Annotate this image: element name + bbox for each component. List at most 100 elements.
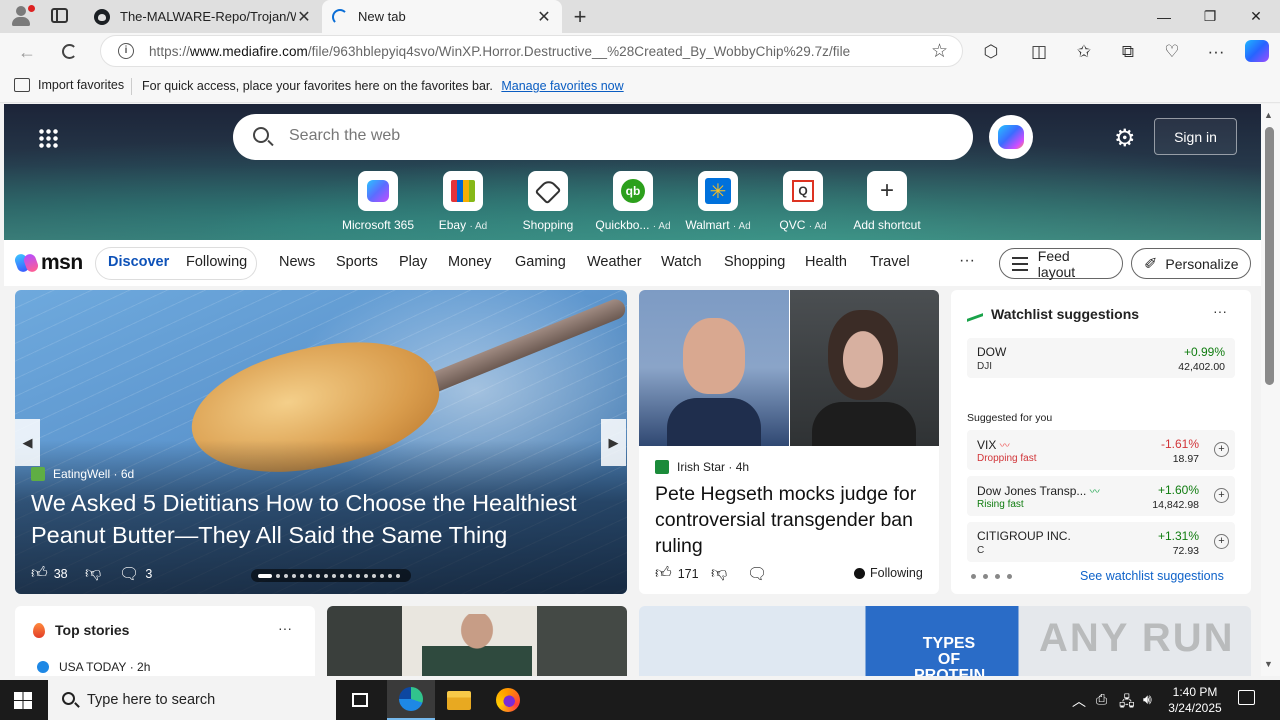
watchlist-row[interactable]: Dow Jones Transp... 〰 Rising fast +1.60%…: [967, 476, 1235, 516]
tab-actions-icon[interactable]: [51, 8, 68, 23]
gear-icon[interactable]: ⚙: [1114, 124, 1136, 153]
address-bar[interactable]: i https://www.mediafire.com/file/963hble…: [100, 35, 963, 67]
minimize-button[interactable]: —: [1141, 0, 1187, 33]
dislike-button[interactable]: 👎︎: [85, 564, 107, 583]
like-button[interactable]: 👍︎ 171: [655, 564, 699, 583]
nav-play[interactable]: Play: [399, 254, 427, 270]
tab-new-tab[interactable]: New tab ✕: [322, 0, 562, 33]
sign-in-button[interactable]: Sign in: [1154, 118, 1237, 155]
nav-health[interactable]: Health: [805, 254, 847, 270]
volume-icon[interactable]: 🔊︎: [1143, 691, 1152, 708]
more-options-icon[interactable]: ···: [1213, 303, 1227, 319]
thumbs-up-icon: 👍︎: [655, 565, 672, 582]
nav-news[interactable]: News: [279, 254, 315, 270]
main-story-card[interactable]: ◀ ▶ EatingWell · 6d We Asked 5 Dietitian…: [15, 290, 627, 594]
nav-travel[interactable]: Travel: [870, 254, 910, 270]
more-options-icon[interactable]: ···: [278, 620, 292, 636]
watchlist-row[interactable]: CITIGROUP INC. C +1.31% 72.93 +: [967, 522, 1235, 562]
info-icon[interactable]: i: [118, 43, 134, 59]
apps-launcher-icon[interactable]: [38, 128, 58, 148]
scroll-thumb[interactable]: [1265, 127, 1274, 385]
close-tab-icon[interactable]: ✕: [296, 7, 312, 27]
chevron-up-icon[interactable]: ︿: [1072, 691, 1086, 711]
shortcut-walmart[interactable]: ✳ Walmart · Ad: [676, 171, 760, 232]
news-story-title[interactable]: Pete Hegseth mocks judge for controversi…: [655, 481, 930, 559]
favorites-icon[interactable]: ✩: [1071, 39, 1097, 65]
manage-favorites-link[interactable]: Manage favorites now: [501, 79, 623, 93]
import-favorites-button[interactable]: Import favorites: [14, 78, 124, 92]
browser-essentials-icon[interactable]: ♡: [1159, 39, 1185, 65]
back-button[interactable]: ←: [14, 39, 40, 65]
taskbar-search-input[interactable]: Type here to search: [87, 692, 215, 708]
nav-more-icon[interactable]: ···: [959, 252, 975, 270]
carousel-next-button[interactable]: ▶: [601, 419, 626, 466]
copilot-icon[interactable]: [1245, 40, 1269, 62]
taskbar-search[interactable]: Type here to search: [48, 680, 336, 720]
profile-icon[interactable]: [8, 5, 35, 27]
collections-icon[interactable]: ⧉: [1115, 39, 1141, 65]
shortcut-ebay[interactable]: Ebay · Ad: [421, 171, 505, 232]
new-tab-button[interactable]: +: [570, 4, 590, 30]
carousel-indicator[interactable]: [251, 569, 411, 582]
task-view-button[interactable]: [336, 680, 384, 720]
network-icon[interactable]: 🖧︎: [1119, 691, 1135, 715]
story-card-image[interactable]: [327, 606, 627, 676]
nav-gaming[interactable]: Gaming: [515, 254, 566, 270]
nav-sports[interactable]: Sports: [336, 254, 378, 270]
watchlist-title: Watchlist suggestions: [967, 306, 1139, 322]
windows-start-icon[interactable]: [14, 692, 32, 709]
tab-discover[interactable]: Discover: [108, 254, 169, 270]
pagination-dots[interactable]: [971, 574, 1019, 579]
shortcut-microsoft-365[interactable]: Microsoft 365: [336, 171, 420, 232]
following-button[interactable]: Following: [854, 566, 923, 580]
search-box[interactable]: Search the web: [233, 114, 973, 160]
msn-logo[interactable]: msn: [16, 251, 83, 275]
url-text[interactable]: https://www.mediafire.com/file/963hblepy…: [149, 44, 850, 59]
shortcut-add[interactable]: + Add shortcut: [845, 171, 929, 232]
dislike-button[interactable]: 👎︎: [711, 564, 733, 583]
shortcut-quickbooks[interactable]: qb Quickbo... · Ad: [591, 171, 675, 232]
firefox-button[interactable]: [484, 680, 532, 720]
search-input[interactable]: Search the web: [289, 127, 400, 145]
feed-layout-button[interactable]: Feed layout: [999, 248, 1123, 280]
reload-icon[interactable]: [62, 44, 77, 59]
page-scrollbar[interactable]: ▲ ▼: [1261, 104, 1280, 676]
see-watchlist-link[interactable]: See watchlist suggestions: [1080, 569, 1224, 583]
scroll-down-icon[interactable]: ▼: [1264, 659, 1273, 669]
restore-button[interactable]: ❐: [1187, 0, 1233, 33]
personalize-button[interactable]: ✐ Personalize: [1131, 248, 1251, 279]
story-card-image[interactable]: TYPES OF PROTEIN ANY RUN: [639, 606, 1251, 676]
meet-now-icon[interactable]: ⎙: [1096, 691, 1107, 708]
add-to-watchlist-icon[interactable]: +: [1214, 534, 1229, 549]
shortcut-shopping[interactable]: Shopping: [506, 171, 590, 232]
nav-watch[interactable]: Watch: [661, 254, 702, 270]
like-button[interactable]: 👍︎ 38: [31, 564, 68, 583]
add-to-watchlist-icon[interactable]: +: [1214, 442, 1229, 457]
main-story-title[interactable]: We Asked 5 Dietitians How to Choose the …: [31, 487, 621, 551]
shortcut-qvc[interactable]: Q QVC · Ad: [761, 171, 845, 232]
split-screen-icon[interactable]: ◫: [1026, 39, 1052, 65]
watchlist-row[interactable]: VIX 〰 Dropping fast -1.61% 18.97 +: [967, 430, 1235, 470]
clock[interactable]: 1:40 PM 3/24/2025: [1165, 684, 1225, 716]
comment-button[interactable]: 🗨︎: [747, 564, 773, 584]
scroll-up-icon[interactable]: ▲: [1264, 110, 1273, 120]
extensions-icon[interactable]: ⬡: [978, 39, 1004, 65]
add-to-watchlist-icon[interactable]: +: [1214, 488, 1229, 503]
news-story-card[interactable]: Irish Star · 4h Pete Hegseth mocks judge…: [639, 290, 939, 594]
file-explorer-button[interactable]: [435, 680, 483, 720]
nav-weather[interactable]: Weather: [587, 254, 642, 270]
nav-shopping[interactable]: Shopping: [724, 254, 785, 270]
close-tab-icon[interactable]: ✕: [536, 7, 552, 27]
edge-taskbar-button[interactable]: [387, 680, 435, 720]
settings-more-icon[interactable]: ···: [1203, 39, 1229, 65]
copilot-button[interactable]: [989, 115, 1033, 159]
carousel-prev-button[interactable]: ◀: [15, 419, 40, 466]
comment-button[interactable]: 🗨︎ 3: [119, 564, 152, 584]
favorite-star-icon[interactable]: ☆: [931, 40, 948, 63]
watchlist-row-dow[interactable]: DOW DJI +0.99% 42,402.00: [967, 338, 1235, 378]
nav-money[interactable]: Money: [448, 254, 492, 270]
close-window-button[interactable]: ✕: [1233, 0, 1279, 33]
tab-following[interactable]: Following: [186, 254, 247, 270]
tab-github[interactable]: The-MALWARE-Repo/Trojan/Win ✕: [84, 0, 322, 33]
notifications-icon[interactable]: [1238, 690, 1255, 705]
